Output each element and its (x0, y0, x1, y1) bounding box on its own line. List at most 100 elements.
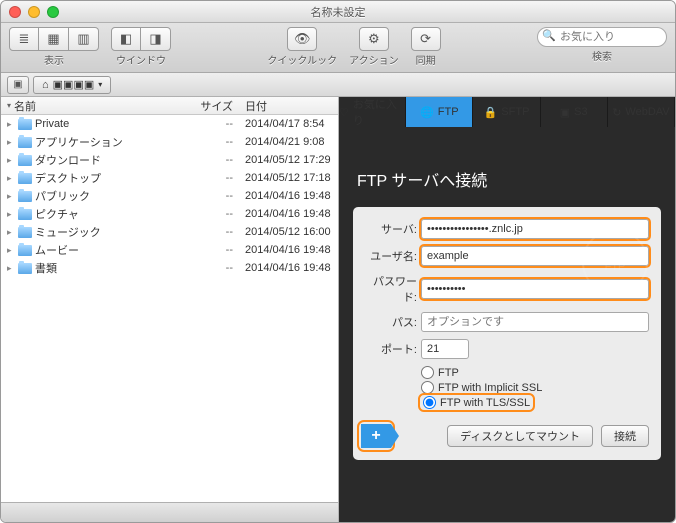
disclosure-triangle-icon[interactable]: ▸ (7, 245, 15, 256)
password-input[interactable] (421, 279, 649, 299)
tab-s3[interactable]: ▣S3 (541, 97, 608, 127)
column-name-header[interactable]: ▾名前 (1, 97, 181, 114)
file-row[interactable]: ▸デスクトップ--2014/05/12 17:18 (1, 169, 338, 187)
file-size: -- (181, 172, 239, 184)
file-row[interactable]: ▸パブリック--2014/04/16 19:48 (1, 187, 338, 205)
quicklook-button[interactable]: 👁 (287, 27, 317, 51)
file-size: -- (181, 154, 239, 166)
tab-webdav[interactable]: ↻WebDAV (608, 97, 675, 127)
folder-icon (18, 191, 32, 202)
file-date: 2014/05/12 16:00 (239, 226, 338, 238)
connection-pane: ♡お気に入り 🌐FTP 🔒SFTP ▣S3 ↻WebDAV FTP FTP サー… (339, 97, 675, 522)
home-icon: ⌂ (42, 79, 49, 91)
file-row[interactable]: ▸ Private --2014/04/17 8:54 (1, 115, 338, 133)
server-input[interactable] (421, 219, 649, 239)
window-right-button[interactable]: ◨ (141, 27, 171, 51)
list-header: ▾名前 サイズ 日付 (1, 97, 338, 115)
sync-button[interactable]: ⟳ (411, 27, 441, 51)
view-label: 表示 (44, 52, 64, 67)
add-favorite-button[interactable]: + (361, 424, 391, 448)
statusbar (1, 502, 338, 522)
port-input[interactable] (421, 339, 469, 359)
quicklook-group: 👁 クイックルック (267, 27, 337, 67)
disclosure-triangle-icon[interactable]: ▸ (7, 119, 15, 130)
port-label: ポート: (361, 341, 417, 357)
heart-icon: ♡ (339, 106, 349, 119)
file-date: 2014/05/12 17:29 (239, 154, 338, 166)
file-size: -- (181, 118, 239, 130)
sync-label: 同期 (416, 52, 436, 67)
radio-ftp-implicit-ssl[interactable]: FTP with Implicit SSL (421, 381, 649, 394)
tab-ftp[interactable]: 🌐FTP (406, 97, 473, 127)
new-folder-button[interactable]: ▣ (7, 76, 29, 94)
disclosure-triangle-icon[interactable]: ▸ (7, 137, 15, 148)
refresh-icon: ↻ (612, 106, 621, 119)
file-row[interactable]: ▸ ピクチャ --2014/04/16 19:48 (1, 205, 338, 223)
disclosure-triangle-icon[interactable]: ▸ (7, 227, 15, 238)
file-size: -- (181, 136, 239, 148)
file-date: 2014/04/16 19:48 (239, 190, 338, 202)
file-size: -- (181, 190, 239, 202)
folder-icon (18, 227, 32, 238)
path-home-label: ▣▣▣▣ (53, 78, 95, 91)
app-window: 名称未設定 ≣ ▦ ▥ 表示 ◧ ◨ ウインドウ 👁 クイックルック ⚙ アクシ… (0, 0, 676, 523)
minimize-window-button[interactable] (28, 6, 40, 18)
pathbar: ▣ ⌂ ▣▣▣▣ ▾ (1, 73, 675, 97)
cube-icon: ▣ (560, 106, 570, 119)
favorites-search-input[interactable] (537, 27, 667, 47)
disclosure-triangle-icon[interactable]: ▸ (7, 191, 15, 202)
disclosure-triangle-icon[interactable]: ▸ (7, 209, 15, 220)
globe-icon: 🌐 (420, 106, 434, 119)
file-row[interactable]: ▸アプリケーション--2014/04/21 9:08 (1, 133, 338, 151)
search-group: 検索 (537, 27, 667, 63)
path-home-segment[interactable]: ⌂ ▣▣▣▣ ▾ (33, 76, 111, 94)
file-date: 2014/04/16 19:48 (239, 262, 338, 274)
file-name: アプリケーション (35, 134, 123, 150)
file-date: 2014/04/17 8:54 (239, 118, 338, 130)
file-date: 2014/05/12 17:18 (239, 172, 338, 184)
password-label: パスワード: (361, 273, 417, 305)
tab-favorites[interactable]: ♡お気に入り (339, 97, 406, 127)
file-size: -- (181, 208, 239, 220)
file-size: -- (181, 262, 239, 274)
action-group: ⚙ アクション (349, 27, 399, 67)
disclosure-triangle-icon[interactable]: ▸ (7, 155, 15, 166)
file-row[interactable]: ▸ ミュージック --2014/05/12 16:00 (1, 223, 338, 241)
view-list-button[interactable]: ≣ (9, 27, 39, 51)
lock-icon: 🔒 (484, 106, 498, 119)
file-name: ミュージック (35, 224, 101, 240)
folder-icon (18, 137, 32, 148)
file-size: -- (181, 244, 239, 256)
zoom-window-button[interactable] (47, 6, 59, 18)
file-name: ピクチャ (35, 206, 79, 222)
radio-ftp-tls-ssl[interactable]: FTP with TLS/SSL (421, 396, 532, 409)
username-input[interactable] (421, 246, 649, 266)
folder-icon (18, 263, 32, 274)
close-window-button[interactable] (9, 6, 21, 18)
file-size: -- (181, 226, 239, 238)
file-row[interactable]: ▸ 書類 --2014/04/16 19:48 (1, 259, 338, 277)
window-left-button[interactable]: ◧ (111, 27, 141, 51)
action-button[interactable]: ⚙ (359, 27, 389, 51)
view-icon-button[interactable]: ▦ (39, 27, 69, 51)
file-date: 2014/04/16 19:48 (239, 208, 338, 220)
disclosure-triangle-icon[interactable]: ▸ (7, 173, 15, 184)
file-list[interactable]: ▸Private--2014/04/17 8:54▸アプリケーション--2014… (1, 115, 338, 502)
file-row[interactable]: ▸ムービー--2014/04/16 19:48 (1, 241, 338, 259)
connection-form: サーバ: ユーザ名: パスワード: パス: (353, 207, 661, 460)
protocol-tabs: ♡お気に入り 🌐FTP 🔒SFTP ▣S3 ↻WebDAV (339, 97, 675, 127)
server-label: サーバ: (361, 221, 417, 237)
file-name: Private (35, 118, 69, 130)
path-input[interactable] (421, 312, 649, 332)
file-name: 書類 (35, 260, 57, 276)
column-size-header[interactable]: サイズ (181, 97, 239, 114)
connect-button[interactable]: 接続 (601, 425, 649, 447)
encryption-radios: FTP FTP with Implicit SSL FTP with TLS/S… (421, 366, 649, 409)
column-date-header[interactable]: 日付 (239, 97, 338, 114)
view-column-button[interactable]: ▥ (69, 27, 99, 51)
radio-ftp[interactable]: FTP (421, 366, 649, 379)
disclosure-triangle-icon[interactable]: ▸ (7, 263, 15, 274)
mount-as-disk-button[interactable]: ディスクとしてマウント (447, 425, 593, 447)
tab-sftp[interactable]: 🔒SFTP (473, 97, 540, 127)
file-row[interactable]: ▸ダウンロード--2014/05/12 17:29 (1, 151, 338, 169)
